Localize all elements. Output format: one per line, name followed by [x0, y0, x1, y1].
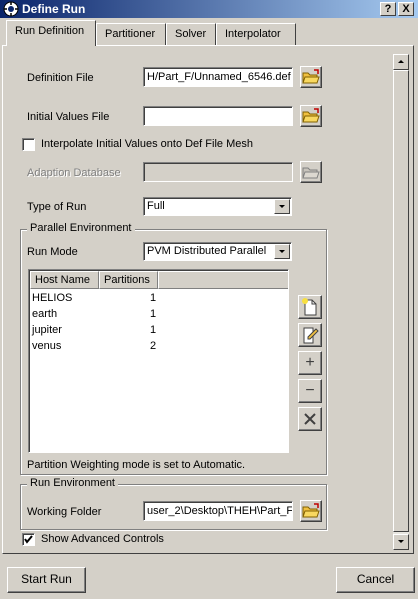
scroll-thumb[interactable]	[393, 70, 409, 532]
browse-initial-values-button[interactable]	[300, 105, 322, 127]
folder-open-icon	[302, 167, 320, 179]
plus-icon: +	[305, 354, 315, 371]
column-spacer	[158, 271, 288, 289]
title-bar[interactable]: Define Run ? X	[0, 0, 418, 18]
show-advanced-label: Show Advanced Controls	[41, 533, 164, 545]
chevron-down-icon	[398, 540, 404, 543]
definition-file-field[interactable]: H/Part_F/Unnamed_6546.def	[143, 67, 293, 87]
folder-open-icon	[302, 108, 320, 123]
tab-run-definition[interactable]: Run Definition	[6, 20, 96, 46]
run-mode-value: PVM Distributed Parallel	[147, 245, 267, 257]
adaption-database-field[interactable]	[143, 162, 293, 182]
run-mode-label: Run Mode	[27, 246, 78, 258]
adaption-database-label: Adaption Database	[27, 167, 121, 179]
start-run-button[interactable]: Start Run	[7, 567, 86, 593]
initial-values-field[interactable]	[143, 106, 293, 126]
tab-label: Interpolator	[225, 28, 281, 40]
host-list[interactable]: Host Name Partitions HELIOS 1 earth 1 ju…	[28, 269, 289, 453]
edit-icon	[303, 327, 319, 344]
interpolate-checkbox[interactable]	[22, 138, 35, 151]
type-of-run-value: Full	[147, 200, 165, 212]
window-title: Define Run	[22, 2, 86, 16]
tab-interpolator[interactable]: Interpolator	[216, 23, 296, 45]
dropdown-arrow[interactable]	[274, 199, 290, 214]
column-host-name[interactable]: Host Name	[30, 271, 99, 289]
tab-label: Partitioner	[105, 28, 156, 40]
dropdown-arrow[interactable]	[274, 244, 290, 259]
host-name: jupiter	[32, 324, 62, 336]
host-partitions: 1	[150, 324, 157, 336]
edit-host-button[interactable]	[298, 323, 322, 347]
host-name: HELIOS	[32, 292, 73, 304]
type-of-run-select[interactable]: Full	[143, 197, 292, 216]
table-row[interactable]: jupiter 1	[30, 323, 288, 339]
definition-file-label: Definition File	[27, 72, 94, 84]
tab-solver[interactable]: Solver	[166, 23, 216, 45]
delete-host-button[interactable]	[298, 407, 322, 431]
host-name: earth	[32, 308, 58, 320]
folder-open-icon	[302, 503, 320, 518]
help-button[interactable]: ?	[380, 2, 396, 16]
app-icon	[3, 1, 19, 17]
delete-x-icon	[304, 413, 316, 425]
remove-host-button[interactable]: −	[298, 379, 322, 403]
browse-adaption-button[interactable]	[300, 161, 322, 183]
new-document-icon	[302, 298, 317, 316]
scroll-down-button[interactable]	[393, 534, 409, 550]
new-host-button[interactable]	[298, 295, 322, 319]
type-of-run-label: Type of Run	[27, 201, 87, 213]
table-row[interactable]: HELIOS 1	[30, 291, 288, 307]
checkmark-icon	[24, 535, 33, 544]
chevron-up-icon	[398, 60, 404, 63]
tab-partitioner[interactable]: Partitioner	[96, 23, 166, 45]
chevron-down-icon	[279, 250, 285, 253]
parallel-environment-title: Parallel Environment	[27, 222, 135, 234]
run-environment-title: Run Environment	[27, 477, 118, 489]
vertical-scrollbar[interactable]	[393, 54, 409, 550]
working-folder-field[interactable]: user_2\Desktop\THEH\Part_F	[143, 501, 293, 521]
tab-label: Solver	[175, 28, 207, 40]
host-name: venus	[32, 340, 62, 352]
host-partitions: 2	[150, 340, 157, 352]
initial-values-label: Initial Values File	[27, 111, 110, 123]
host-partitions: 1	[150, 308, 157, 320]
cancel-button[interactable]: Cancel	[336, 567, 415, 593]
close-button[interactable]: X	[398, 2, 414, 16]
table-row[interactable]: earth 1	[30, 307, 288, 323]
minus-icon: −	[305, 382, 315, 399]
host-partitions: 1	[150, 292, 157, 304]
show-advanced-checkbox[interactable]	[22, 533, 35, 546]
chevron-down-icon	[279, 205, 285, 208]
browse-working-folder-button[interactable]	[300, 500, 322, 522]
interpolate-label: Interpolate Initial Values onto Def File…	[41, 138, 253, 150]
add-host-button[interactable]: +	[298, 351, 322, 375]
table-row[interactable]: venus 2	[30, 339, 288, 355]
folder-open-icon	[302, 69, 320, 84]
tab-label: Run Definition	[15, 25, 85, 37]
column-partitions[interactable]: Partitions	[99, 271, 158, 289]
scroll-up-button[interactable]	[393, 54, 409, 70]
weighting-note: Partition Weighting mode is set to Autom…	[27, 459, 246, 471]
browse-definition-button[interactable]	[300, 66, 322, 88]
working-folder-label: Working Folder	[27, 506, 102, 518]
run-mode-select[interactable]: PVM Distributed Parallel	[143, 242, 292, 261]
